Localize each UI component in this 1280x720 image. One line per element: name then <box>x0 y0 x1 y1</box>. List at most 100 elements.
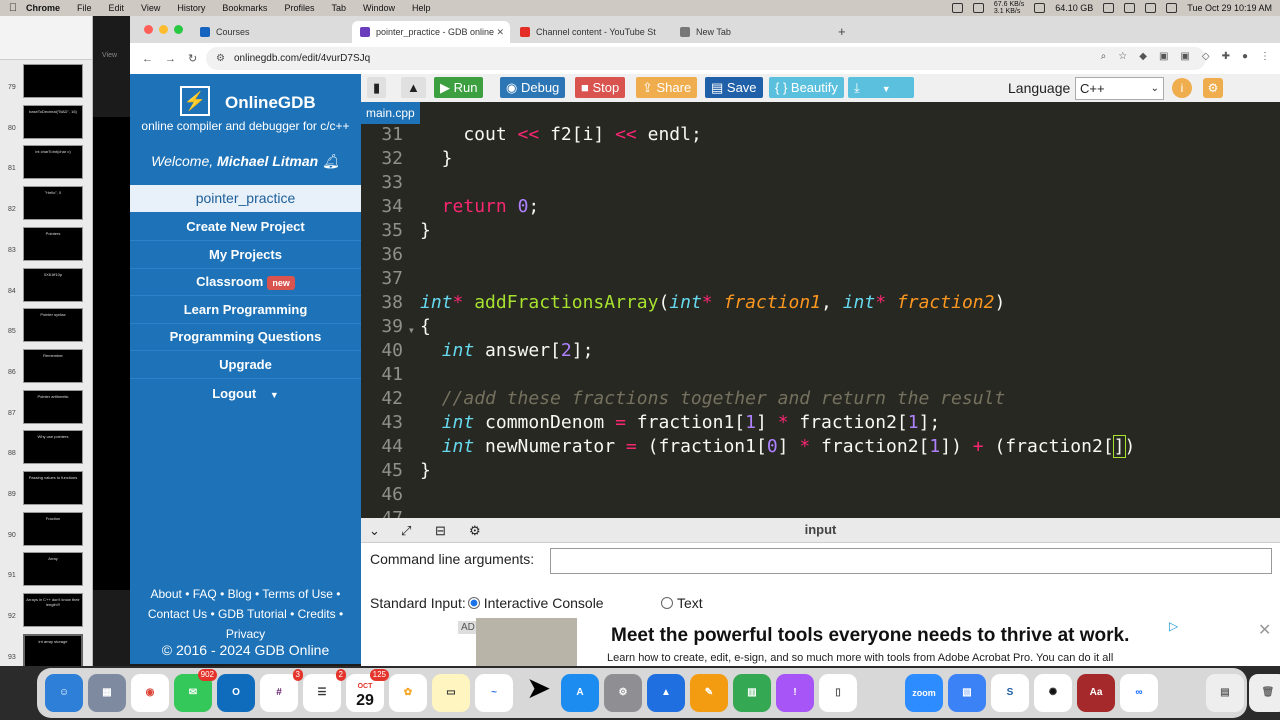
username[interactable]: Michael Litman <box>217 153 318 169</box>
finder-icon[interactable]: ☺ <box>45 674 83 712</box>
sidebar-item-upgrade[interactable]: Upgrade <box>130 351 361 379</box>
view-button[interactable]: View <box>102 52 117 59</box>
sidebar-item-programming-questions[interactable]: Programming Questions <box>130 323 361 351</box>
slide-thumbnail[interactable]: "Hello", 0 <box>23 186 83 221</box>
footer-links-row[interactable]: Contact Us • GDB Tutorial • Credits • <box>130 604 361 624</box>
slide-thumbnail[interactable]: Passing values to functions <box>23 471 83 505</box>
screen-record-icon[interactable] <box>951 3 963 13</box>
extension-icon[interactable]: ▣ <box>1180 51 1189 62</box>
menu-tab[interactable]: Tab <box>331 3 346 13</box>
text-radio[interactable] <box>661 597 673 610</box>
menu-profiles[interactable]: Profiles <box>284 3 314 13</box>
slide-thumbnail[interactable]: int charToInt(char c) <box>23 145 83 180</box>
ad-title[interactable]: Meet the powerful tools everyone needs t… <box>611 625 1129 647</box>
site-info-icon[interactable]: ⚙ <box>216 47 225 70</box>
menu-view[interactable]: View <box>141 3 160 13</box>
extension-icon[interactable]: ◇ <box>1202 51 1210 62</box>
share-button[interactable]: ⇪ Share <box>636 77 698 98</box>
battery-icon[interactable] <box>1034 3 1046 13</box>
menu-file[interactable]: File <box>77 3 92 13</box>
system-settings-icon[interactable]: ⚙ <box>604 674 642 712</box>
chrome-icon[interactable]: ◉ <box>131 674 169 712</box>
chrome-menu-icon[interactable]: ⋮ <box>1260 51 1270 62</box>
s-app-icon[interactable]: S <box>991 674 1029 712</box>
tab-youtube-studio[interactable]: Channel content - YouTube St <box>512 21 670 43</box>
control-center-icon[interactable] <box>1166 3 1178 13</box>
ad-image[interactable] <box>476 618 577 666</box>
outlook-icon[interactable]: O <box>217 674 255 712</box>
app-store-icon[interactable]: A <box>561 674 599 712</box>
code-editor[interactable]: main.cpp 31 32 33 34 35 36 37 38 39 40 41 42 43 44 45 4… <box>361 102 1280 518</box>
slide-thumbnail[interactable]: 0X61ff10p <box>23 267 83 302</box>
menu-edit[interactable]: Edit <box>109 3 125 13</box>
run-button[interactable]: ▶ Run <box>434 77 484 98</box>
profile-avatar[interactable]: ● <box>1242 51 1248 62</box>
tab-pointer-practice[interactable]: pointer_practice - GDB online ✕ <box>352 21 510 43</box>
zoom-icon[interactable]: ⌕ <box>1101 51 1107 62</box>
downloads-stack-icon[interactable]: ▤ <box>1206 674 1244 712</box>
interactive-console-radio[interactable] <box>467 597 480 610</box>
dictionary-icon[interactable]: Aa <box>1077 674 1115 712</box>
bell-icon[interactable]: 🔔︎ <box>322 153 340 169</box>
ad-text[interactable]: Learn how to create, edit, e-sign, and s… <box>607 652 1113 664</box>
menu-help[interactable]: Help <box>412 3 431 13</box>
launchpad-icon[interactable]: ▦ <box>88 674 126 712</box>
ad-banner[interactable]: AD Meet the powerful tools everyone need… <box>361 618 1280 666</box>
save-button[interactable]: ▤ Save <box>705 77 763 98</box>
calendar-icon[interactable]: OCT 29 125 <box>346 669 389 712</box>
forward-arrow-icon[interactable]: → <box>165 53 176 65</box>
file-tab-main-cpp[interactable]: main.cpp <box>361 102 420 124</box>
language-select[interactable]: C++ ⌄ <box>1075 77 1164 100</box>
tab-new-tab[interactable]: New Tab <box>672 21 830 43</box>
feedback-icon[interactable]: ! <box>776 674 814 712</box>
sidebar-item-create-new-project[interactable]: Create New Project <box>130 213 361 241</box>
chatgpt-icon[interactable]: ✺ <box>1034 674 1072 712</box>
tab-courses[interactable]: Courses <box>192 21 350 43</box>
adchoices-icon[interactable]: ▷ <box>1169 619 1178 633</box>
slide-thumbnail[interactable]: Why use pointers <box>23 430 83 465</box>
sidebar-item-logout[interactable]: Logout ▼ <box>130 380 361 408</box>
slide-thumbnail[interactable]: Remember <box>23 348 83 383</box>
sidebar-item-classroom[interactable]: Classroom new <box>130 268 361 296</box>
ad-close-icon[interactable]: ✕ <box>1258 620 1271 640</box>
puzzle-extensions-icon[interactable]: ✚ <box>1222 51 1230 62</box>
current-project[interactable]: pointer_practice <box>130 185 361 212</box>
notes-icon[interactable]: ▭ <box>432 674 470 712</box>
url-bar[interactable]: ⚙ onlinegdb.com/edit/4vurD7SJq <box>206 47 1206 70</box>
menu-history[interactable]: History <box>177 3 205 13</box>
reminders-icon[interactable]: ☰ 2 <box>303 669 346 712</box>
numbers-icon[interactable]: ▥ <box>733 674 771 712</box>
menubar-clock[interactable]: Tue Oct 29 10:19 AM <box>1187 3 1272 13</box>
gear-icon[interactable]: ⚙ <box>1203 78 1223 98</box>
slide-thumbnail[interactable]: Pointers <box>23 226 83 261</box>
gdb-logo[interactable]: ⚡ OnlineGDB online compiler and debugger… <box>130 74 361 144</box>
back-arrow-icon[interactable]: ← <box>142 53 153 65</box>
bluetooth-icon[interactable] <box>1103 3 1115 13</box>
interactive-console-label[interactable]: Interactive Console <box>484 595 604 611</box>
pages-icon[interactable]: ✎ <box>690 674 728 712</box>
search-icon[interactable] <box>1145 3 1157 13</box>
slide-thumbnail[interactable]: Pointer syntax <box>23 308 83 343</box>
extension-icon[interactable]: ◆ <box>1139 51 1147 62</box>
iphone-mirroring-icon[interactable]: ▯ <box>819 674 857 712</box>
footer-links-row[interactable]: About • FAQ • Blog • Terms of Use • <box>130 584 361 604</box>
text-label[interactable]: Text <box>677 595 703 611</box>
photos-icon[interactable]: ✿ <box>389 674 427 712</box>
slack-icon[interactable]: #3 <box>260 669 303 712</box>
new-file-icon[interactable]: ▮ <box>367 77 387 98</box>
meta-icon[interactable]: ∞ <box>1120 674 1158 712</box>
upload-icon[interactable]: ▲ <box>401 77 426 98</box>
new-tab-button[interactable]: + <box>838 21 846 43</box>
reload-icon[interactable]: ↻ <box>188 52 197 65</box>
apple-menu-icon[interactable]:  <box>0 2 26 14</box>
bookmark-star-icon[interactable]: ☆ <box>1118 51 1127 62</box>
fold-arrow-icon[interactable]: ▾ <box>403 323 415 337</box>
slide-thumbnail[interactable] <box>23 64 83 98</box>
download-button[interactable]: ⤓ ▼ <box>848 77 914 98</box>
footer-privacy-link[interactable]: Privacy <box>130 624 361 644</box>
menu-window[interactable]: Window <box>363 3 395 13</box>
slide-thumbnail[interactable]: int array storage <box>23 633 83 668</box>
cmd-args-input[interactable] <box>550 548 1272 574</box>
messages-icon[interactable]: ✉ 902 <box>174 669 217 712</box>
slide-thumbnail[interactable]: Pointer arithmetic <box>23 389 83 424</box>
